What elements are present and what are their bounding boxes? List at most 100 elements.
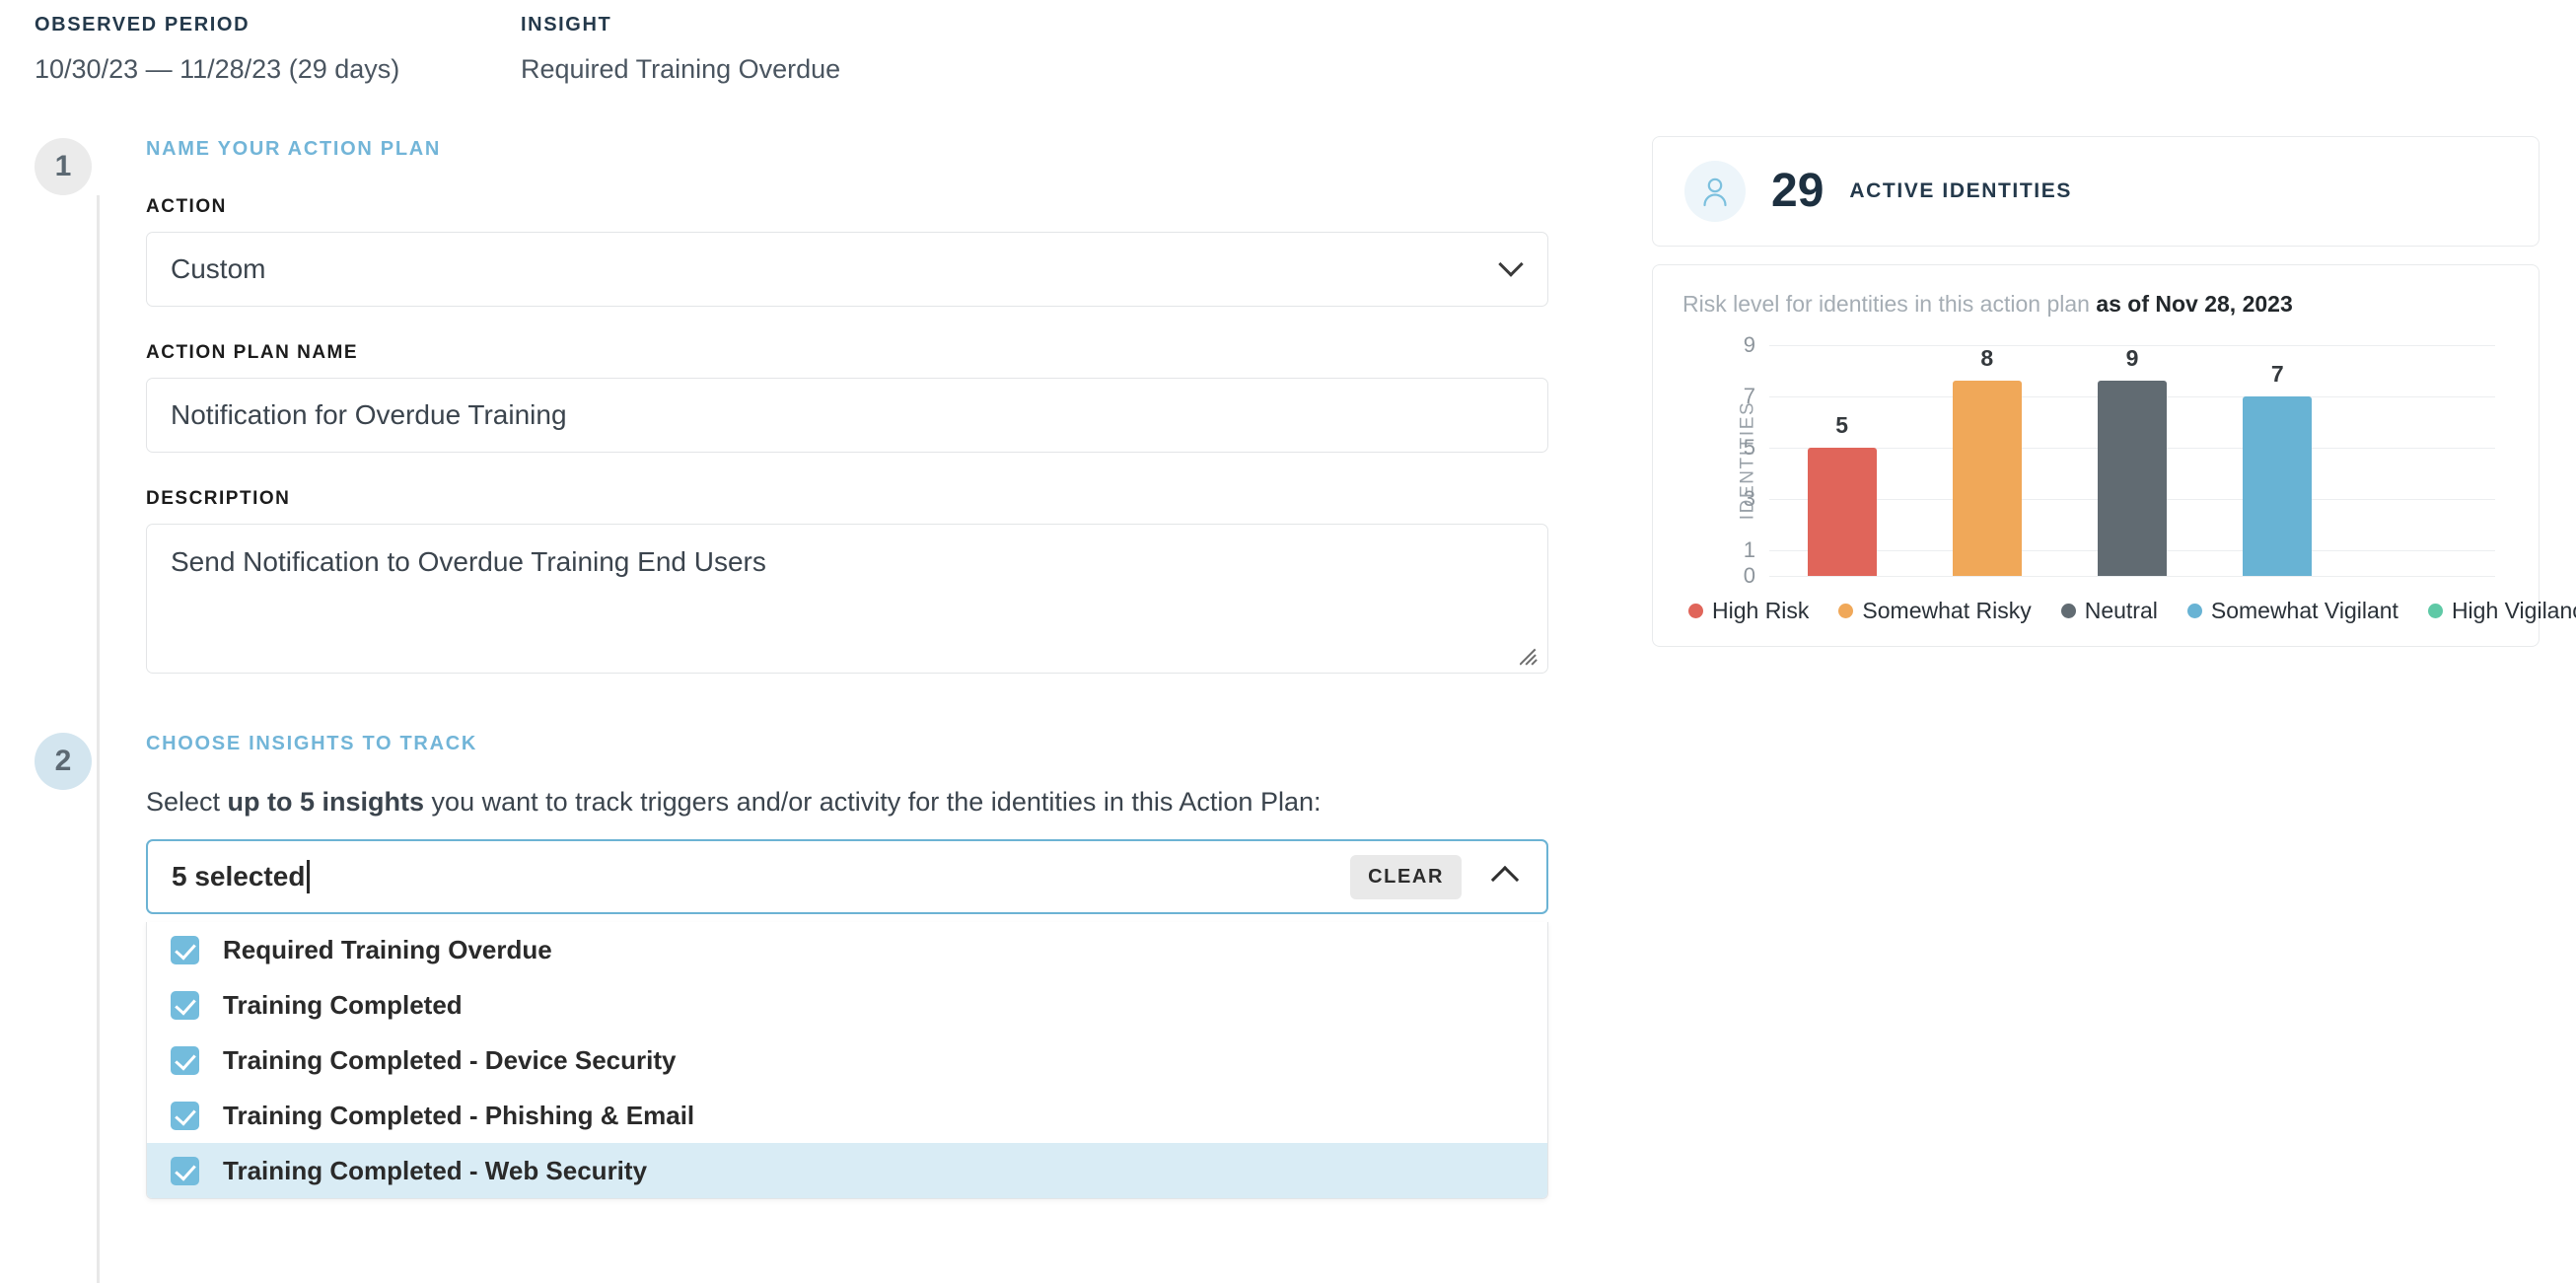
insights-select-value-wrap: 5 selected [172,860,1350,893]
step-1-marker: 1 [35,138,100,846]
chart-y-tick-label: 5 [1743,435,1755,460]
chart-y-tick-label: 3 [1743,486,1755,511]
insight-block: INSIGHT Required Training Overdue [521,14,840,85]
observed-period-header: OBSERVED PERIOD 10/30/23 — 11/28/23 (29 … [0,0,2576,113]
chart-legend-item[interactable]: High Vigilance [2427,598,2576,624]
chart-y-tick-label: 7 [1743,384,1755,408]
description-field: DESCRIPTION Send Notification to Overdue… [146,488,1548,674]
action-plan-name-label: ACTION PLAN NAME [146,342,359,363]
chart-gridline [1769,576,2495,577]
insights-select-input[interactable]: 5 selected CLEAR [146,839,1548,914]
chart-bar[interactable] [1952,381,2022,576]
insight-value: Required Training Overdue [521,54,841,84]
legend-label: Somewhat Vigilant [2210,598,2398,623]
chart-legend: High Risk Somewhat Risky Neutral Somewhat V… [1682,598,2576,624]
insights-multiselect: 5 selected CLEAR Required Training Overd… [146,839,1548,1199]
chart-bar[interactable] [2098,381,2167,576]
legend-color-dot [1838,604,1854,618]
helper-bold: up to 5 insights [227,787,425,817]
insights-option-label: Training Completed - Device Security [223,1044,677,1075]
chart-legend-item[interactable]: Somewhat Risky [1838,598,2032,624]
step-2-rail [97,790,100,1283]
insights-option-label: Training Completed [223,989,463,1020]
chart-legend-item[interactable]: Neutral [2060,598,2158,624]
chart-bar-slot: 9 [2059,345,2204,576]
chart-bar-value-label: 5 [1835,412,1848,438]
chart-caption: Risk level for identities in this action… [1682,291,2509,318]
risk-level-chart-card: Risk level for identities in this action… [1652,264,2576,647]
chart-y-tick-label: 9 [1743,332,1755,357]
step-2-number: 2 [35,733,92,790]
insights-option[interactable]: Training Completed - Phishing & Email [147,1088,1547,1143]
observed-period-value: 10/30/23 — 11/28/23 (29 days) [35,54,400,84]
legend-color-dot [1688,604,1703,618]
action-select[interactable]: Custom [146,232,1548,307]
chart-legend-item[interactable]: High Risk [1688,598,1809,624]
insights-option-list[interactable]: Required Training Overdue Training Comple… [146,922,1548,1199]
insights-option-label: Required Training Overdue [223,934,552,964]
step-1: 1 NAME YOUR ACTION PLAN ACTION Custom AC… [0,138,1598,846]
insights-helper-text: Select up to 5 insights you want to trac… [146,787,1538,818]
text-cursor [307,860,310,893]
chart-bar-slot: 8 [1914,345,2059,576]
step-1-body: NAME YOUR ACTION PLAN ACTION Custom ACTI… [146,138,1598,674]
chart-bar[interactable] [1807,448,1877,576]
description-label: DESCRIPTION [146,488,291,509]
insights-option[interactable]: Required Training Overdue [147,922,1547,977]
chart-caption-bold: as of Nov 28, 2023 [2096,291,2293,317]
summary-panel: 29 ACTIVE IDENTITIES Risk level for iden… [1652,136,2576,647]
legend-color-dot [2427,604,2443,618]
action-plan-name-input[interactable]: Notification for Overdue Training [146,378,1548,453]
step-2-title: CHOOSE INSIGHTS TO TRACK [146,733,478,754]
chevron-down-icon [1498,251,1524,277]
checkbox-checked-icon[interactable] [171,1156,199,1185]
chart-bar-value-label: 9 [2125,345,2139,371]
insight-label: INSIGHT [521,14,612,36]
chart-bar-value-label: 7 [2270,361,2284,387]
chart-bar-slot: 5 [1769,345,1914,576]
description-textarea[interactable]: Send Notification to Overdue Training En… [146,524,1548,674]
insights-option-label: Training Completed - Web Security [223,1155,648,1185]
legend-label: Somewhat Risky [1862,598,2032,623]
chart-caption-normal: Risk level for identities in this action… [1682,291,2097,317]
active-identities-card: 29 ACTIVE IDENTITIES [1652,136,2540,247]
person-icon [1684,161,1746,222]
step-2-body: CHOOSE INSIGHTS TO TRACK Select up to 5 … [146,733,1598,1199]
checkbox-checked-icon[interactable] [171,1101,199,1130]
insights-option[interactable]: Training Completed [147,977,1547,1033]
chevron-up-icon[interactable] [1490,865,1520,894]
description-value: Send Notification to Overdue Training En… [171,546,766,577]
chart-y-tick-label: 0 [1743,563,1755,588]
insights-select-value: 5 selected [172,861,306,891]
action-field: ACTION Custom [146,196,1548,307]
step-2: 2 CHOOSE INSIGHTS TO TRACK Select up to … [0,733,1598,1283]
action-plan-steps: 1 NAME YOUR ACTION PLAN ACTION Custom AC… [0,138,1598,1283]
helper-suffix: you want to track triggers and/or activi… [424,787,1322,817]
resize-handle-icon[interactable] [1520,646,1539,666]
checkbox-checked-icon[interactable] [171,990,199,1020]
observed-period-label: OBSERVED PERIOD [35,14,250,36]
helper-prefix: Select [146,787,228,817]
legend-color-dot [2186,604,2202,618]
insights-option[interactable]: Training Completed - Web Security [147,1143,1547,1198]
step-1-title: NAME YOUR ACTION PLAN [146,138,442,160]
clear-button[interactable]: CLEAR [1350,854,1462,899]
active-identities-count: 29 [1771,165,1825,217]
action-plan-name-field: ACTION PLAN NAME Notification for Overdu… [146,342,1548,453]
insights-option[interactable]: Training Completed - Device Security [147,1033,1547,1088]
observed-period-block: OBSERVED PERIOD 10/30/23 — 11/28/23 (29 … [35,14,399,85]
chart-bar[interactable] [2243,396,2313,576]
step-2-marker: 2 [35,733,100,1283]
chart-bars: 5 8 9 7 [1769,345,2495,576]
step-1-number: 1 [35,138,92,195]
insights-option-label: Training Completed - Phishing & Email [223,1100,695,1130]
checkbox-checked-icon[interactable] [171,935,199,964]
checkbox-checked-icon[interactable] [171,1045,199,1075]
legend-label: High Risk [1712,598,1810,623]
active-identities-label: ACTIVE IDENTITIES [1849,179,2072,202]
action-field-label: ACTION [146,196,227,217]
chart-bar-slot [2350,345,2495,576]
chart-legend-item[interactable]: Somewhat Vigilant [2186,598,2398,624]
legend-label: Neutral [2084,598,2158,623]
action-select-value: Custom [171,253,266,284]
